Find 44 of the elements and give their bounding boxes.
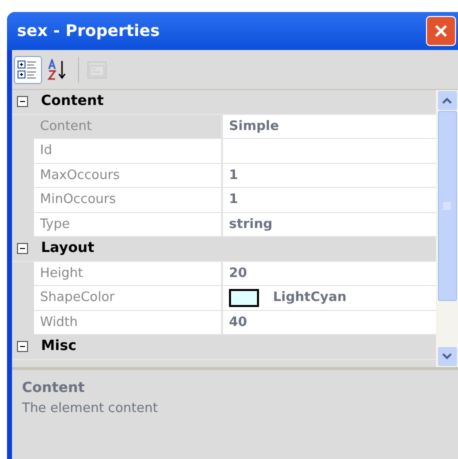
property-name[interactable]: Height (34, 262, 223, 286)
property-value[interactable]: 1 (229, 190, 238, 210)
property-name[interactable]: MinOccours (34, 188, 223, 212)
description-text: The element content (22, 400, 159, 418)
scrollbar[interactable] (436, 90, 458, 367)
property-name[interactable]: Content (34, 114, 223, 139)
description-title: Content (22, 379, 86, 398)
chevron-down-icon (442, 353, 452, 360)
close-button[interactable] (426, 16, 456, 46)
value-cell[interactable]: 1 (223, 188, 436, 212)
value-cell[interactable]: 40 (223, 310, 436, 335)
value-cell[interactable]: 1 (223, 164, 436, 188)
property-value[interactable]: Simple (229, 116, 279, 136)
value-cell[interactable] (223, 139, 436, 164)
value-cell[interactable]: LightCyan (223, 286, 436, 310)
property-value[interactable]: LightCyan (273, 288, 347, 308)
property-pages-icon (86, 58, 108, 80)
scroll-thumb[interactable] (438, 111, 456, 301)
value-cell[interactable]: string (223, 212, 436, 237)
property-name[interactable]: ShapeColor (34, 286, 223, 310)
property-value[interactable]: 20 (229, 264, 248, 283)
grip-icon (443, 202, 451, 210)
category-label: Misc (41, 337, 76, 356)
property-value[interactable]: string (229, 214, 272, 234)
property-value[interactable]: 40 (229, 312, 248, 332)
property-name[interactable]: Type (34, 212, 223, 237)
property-name[interactable]: Width (34, 310, 223, 335)
chevron-up-icon (442, 97, 452, 104)
category-label: Content (41, 92, 104, 112)
collapse-icon[interactable] (17, 341, 28, 352)
property-name[interactable]: Id (34, 139, 223, 164)
property-name[interactable]: MaxOccours (34, 164, 223, 188)
collapse-icon[interactable] (17, 243, 28, 254)
collapse-icon[interactable] (17, 96, 28, 108)
scroll-up-button[interactable] (438, 91, 456, 110)
property-value[interactable]: 1 (229, 166, 238, 185)
categorized-button[interactable] (14, 56, 42, 84)
scroll-down-button[interactable] (438, 347, 456, 366)
categorized-list-icon (17, 58, 39, 80)
close-icon (433, 23, 449, 39)
value-cell[interactable]: 20 (223, 262, 436, 286)
category-label: Layout (41, 239, 94, 258)
window-title: sex - Properties (16, 20, 160, 42)
value-cell[interactable]: Simple (223, 114, 436, 139)
